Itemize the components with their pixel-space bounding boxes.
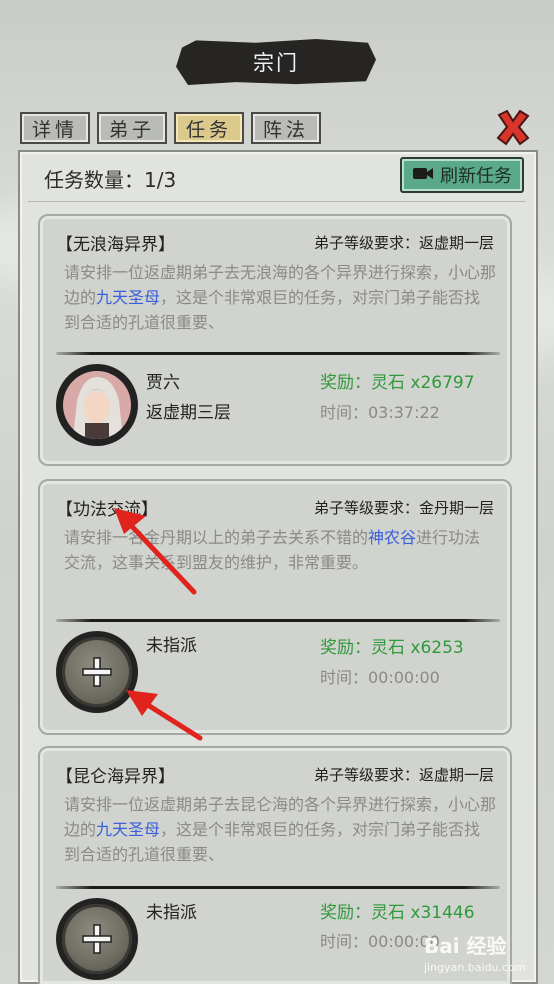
highlight-text: 九天圣母 xyxy=(96,288,161,307)
disciple-avatar[interactable] xyxy=(56,364,138,446)
refresh-tasks-button[interactable]: 刷新任务 xyxy=(400,157,524,193)
task-title: 【无浪海异界】 xyxy=(56,235,175,255)
close-icon[interactable] xyxy=(493,107,533,147)
close-button[interactable] xyxy=(492,106,534,148)
watermark-url: jingyan.baidu.com xyxy=(424,961,526,974)
refresh-tasks-label: 刷新任务 xyxy=(440,166,512,187)
task-reward: 奖励：灵石 x31446 xyxy=(320,903,475,923)
tab-disciples[interactable]: 弟子 xyxy=(97,112,167,144)
task-reward: 奖励：灵石 x6253 xyxy=(320,638,464,658)
assignee-name: 未指派 xyxy=(146,903,197,923)
brush-divider xyxy=(56,352,500,355)
task-requirement: 弟子等级要求：返虚期一层 xyxy=(313,766,494,784)
task-requirement: 弟子等级要求：返虚期一层 xyxy=(313,234,494,252)
task-time: 时间：03:37:22 xyxy=(320,403,440,422)
brush-divider xyxy=(56,886,500,889)
task-time: 时间：00:00:00 xyxy=(320,932,440,951)
task-description: 请安排一位返虚期弟子去昆仑海的各个异界进行探索，小心那边的九天圣母，这是个非常艰… xyxy=(64,795,497,864)
plus-icon[interactable] xyxy=(80,922,114,956)
task-card: 【无浪海异界】 弟子等级要求：返虚期一层 请安排一位返虚期弟子去无浪海的各个异界… xyxy=(38,214,512,466)
tab-formations[interactable]: 阵法 xyxy=(251,112,321,144)
highlight-text: 九天圣母 xyxy=(96,820,161,839)
plus-icon[interactable] xyxy=(80,655,114,689)
assignee-rank: 返虚期三层 xyxy=(146,403,231,423)
task-reward: 奖励：灵石 x26797 xyxy=(320,373,475,393)
assignee-name: 贾六 xyxy=(146,373,180,393)
assignee-name: 未指派 xyxy=(146,636,197,656)
task-requirement: 弟子等级要求：金丹期一层 xyxy=(313,499,494,517)
annotation-arrow-icon xyxy=(126,690,203,741)
tab-tasks[interactable]: 任务 xyxy=(174,112,244,144)
page-title: 宗门 xyxy=(253,51,299,75)
annotation-arrow-icon xyxy=(114,508,197,595)
header-divider xyxy=(28,201,526,202)
assign-disciple-slot[interactable] xyxy=(56,898,138,980)
page-title-banner: 宗门 xyxy=(176,38,376,86)
task-count: 任务数量：1/3 xyxy=(44,168,177,192)
tab-details[interactable]: 详情 xyxy=(20,112,90,144)
task-time: 时间：00:00:00 xyxy=(320,668,440,687)
watermark-logo: Bai 经验 xyxy=(424,934,507,958)
highlight-text: 神农谷 xyxy=(368,528,417,547)
watermark: Bai 经验 jingyan.baidu.com xyxy=(424,930,550,982)
brush-divider xyxy=(56,619,500,622)
task-title: 【昆仑海异界】 xyxy=(56,767,175,787)
task-description: 请安排一位返虚期弟子去无浪海的各个异界进行探索，小心那边的九天圣母，这是个非常艰… xyxy=(64,263,497,332)
video-camera-icon xyxy=(412,165,434,186)
